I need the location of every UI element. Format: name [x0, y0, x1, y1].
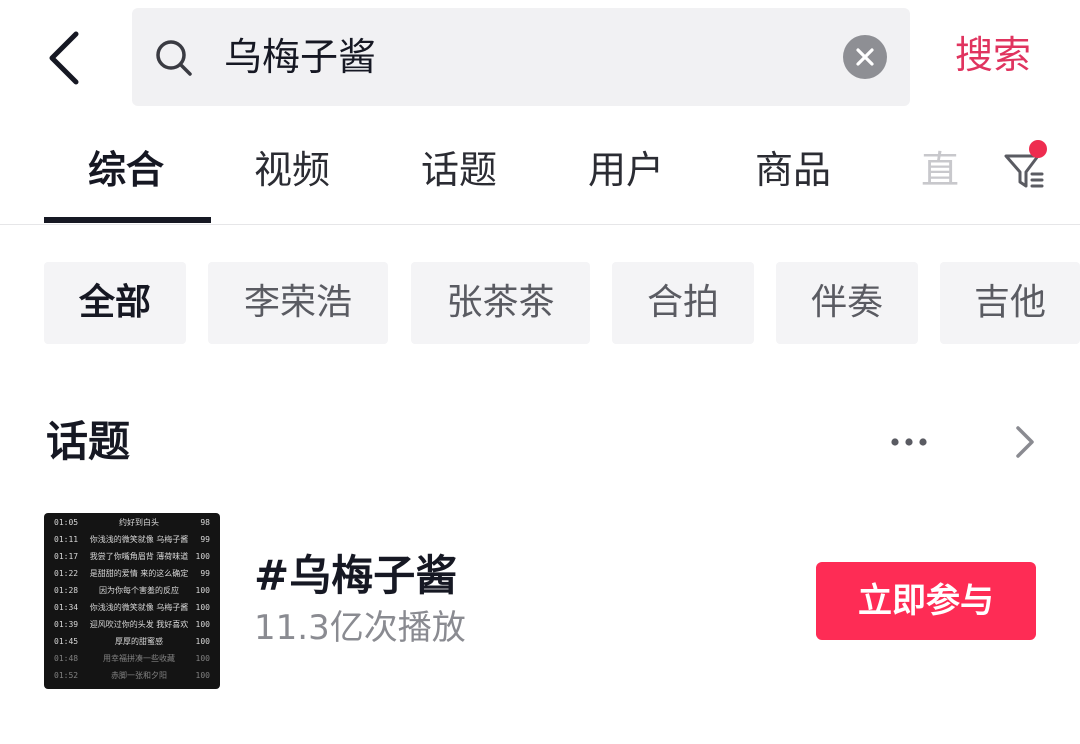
lyric-time: 01:11 [54, 535, 79, 544]
lyric-text: 你浅浅的微笑就像 乌梅子酱 [89, 535, 189, 544]
lyric-text: 是甜甜的爱情 来的这么确定 [89, 569, 189, 578]
close-circle-icon[interactable] [843, 35, 887, 79]
tab-topic[interactable]: 话题 [421, 144, 497, 196]
lyric-time: 01:34 [54, 603, 79, 612]
lyric-score: 100 [195, 552, 210, 561]
lyric-score: 100 [195, 586, 210, 595]
thumbnail-lyric-row: 01:28 因为你每个害羞的反应 100 [44, 583, 220, 599]
lyric-text: 我尝了你嘴角眉背 薄荷味道 [89, 552, 189, 561]
thumbnail-lyric-row: 01:45 厚厚的甜蜜感 100 [44, 634, 220, 650]
lyric-time: 01:39 [54, 620, 79, 629]
thumbnail-lyric-row: 01:39 迎风吹过你的头发 我好喜欢 100 [44, 617, 220, 633]
more-dots-icon[interactable] [888, 430, 932, 454]
category-tabs: 综合 视频 话题 用户 商品 直 [0, 120, 1080, 225]
topic-play-count: 11.3亿次播放 [254, 608, 466, 648]
lyric-text: 赤脚一张和夕阳 [111, 671, 167, 680]
lyric-text: 因为你每个害羞的反应 [99, 586, 179, 595]
tab-video[interactable]: 视频 [254, 144, 330, 196]
thumbnail-lyric-row: 01:11 你浅浅的微笑就像 乌梅子酱 99 [44, 532, 220, 548]
join-button[interactable]: 立即参与 [816, 562, 1036, 640]
lyric-time: 01:52 [54, 671, 79, 680]
lyric-score: 98 [200, 518, 210, 527]
lyric-time: 01:48 [54, 654, 79, 663]
lyric-score: 100 [195, 654, 210, 663]
notification-dot [1029, 140, 1047, 158]
lyric-time: 01:05 [54, 518, 79, 527]
lyric-score: 99 [200, 535, 210, 544]
chip-accompaniment[interactable]: 伴奏 [776, 262, 918, 344]
lyric-text: 约好到白头 [119, 518, 159, 527]
lyric-text: 用幸福拼凑一些收藏 [103, 654, 175, 663]
lyric-score: 100 [195, 637, 210, 646]
lyric-time: 01:22 [54, 569, 79, 578]
topic-name[interactable]: #乌梅子酱 [254, 548, 457, 604]
chip-all[interactable]: 全部 [44, 262, 186, 344]
lyric-score: 99 [200, 569, 210, 578]
thumbnail-lyric-row: 01:22 是甜甜的爱情 来的这么确定 99 [44, 566, 220, 582]
chip-duet[interactable]: 合拍 [612, 262, 754, 344]
section-title: 话题 [46, 417, 131, 466]
lyric-score: 100 [195, 603, 210, 612]
active-tab-indicator [44, 217, 211, 223]
thumbnail-lyric-row: 01:17 我尝了你嘴角眉背 薄荷味道 100 [44, 549, 220, 565]
tab-live[interactable]: 直 [921, 144, 959, 196]
thumbnail-lyric-row: 01:05 约好到白头 98 [44, 515, 220, 531]
lyric-time: 01:28 [54, 586, 79, 595]
chip-guitar[interactable]: 吉他 [940, 262, 1080, 344]
tab-user[interactable]: 用户 [588, 144, 664, 196]
tab-goods[interactable]: 商品 [755, 144, 831, 196]
thumbnail-lyric-row: 01:48 用幸福拼凑一些收藏 100 [44, 651, 220, 667]
chevron-left-icon[interactable] [40, 28, 90, 88]
lyric-time: 01:45 [54, 637, 79, 646]
topic-thumbnail[interactable]: 01:05 约好到白头 98 01:11 你浅浅的微笑就像 乌梅子酱 99 01:17 我尝了… [44, 513, 220, 689]
search-button[interactable]: 搜索 [955, 30, 1031, 80]
lyric-text: 迎风吹过你的头发 我好喜欢 [89, 620, 189, 629]
lyric-text: 你浅浅的微笑就像 乌梅子酱 [89, 603, 189, 612]
lyric-score: 100 [195, 620, 210, 629]
top-bar: 乌梅子酱 搜索 [0, 0, 1080, 110]
lyric-time: 01:17 [54, 552, 79, 561]
chip-zhang-chacha[interactable]: 张茶茶 [411, 262, 590, 344]
tab-comprehensive[interactable]: 综合 [88, 144, 164, 196]
thumbnail-lyric-row: 01:52 赤脚一张和夕阳 100 [44, 668, 220, 684]
chevron-right-icon[interactable] [1010, 422, 1038, 462]
lyric-score: 100 [195, 671, 210, 680]
search-input[interactable]: 乌梅子酱 [224, 32, 376, 82]
chip-li-ronghao[interactable]: 李荣浩 [208, 262, 388, 344]
lyric-text: 厚厚的甜蜜感 [115, 637, 163, 646]
search-box[interactable]: 乌梅子酱 [132, 8, 910, 106]
thumbnail-lyric-row: 01:34 你浅浅的微笑就像 乌梅子酱 100 [44, 600, 220, 616]
search-icon [154, 38, 194, 78]
